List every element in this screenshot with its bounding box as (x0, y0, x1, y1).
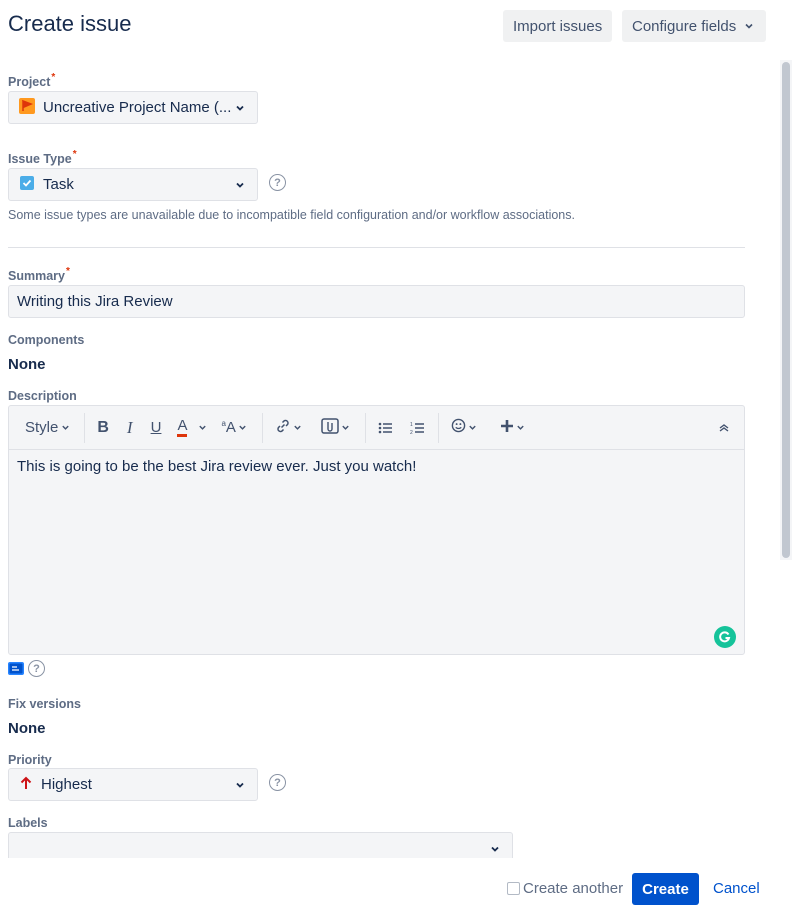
bullet-list-icon[interactable] (372, 406, 400, 450)
import-issues-button[interactable]: Import issues (503, 10, 613, 42)
priority-value: Highest (41, 776, 92, 793)
help-icon[interactable]: ? (28, 660, 45, 677)
components-label: Components (8, 333, 85, 347)
description-label: Description (8, 389, 77, 403)
chevron-down-icon (291, 421, 305, 435)
insert-more-button[interactable] (494, 406, 534, 450)
create-another-checkbox[interactable]: Create another (507, 880, 623, 897)
style-dropdown[interactable]: Style (19, 406, 78, 450)
task-icon (19, 175, 35, 195)
text-effects-button[interactable]: aA (215, 406, 255, 450)
help-icon[interactable]: ? (269, 174, 286, 191)
text-color-button[interactable]: A (171, 406, 215, 450)
import-issues-label: Import issues (513, 17, 603, 35)
help-icon[interactable]: ? (269, 774, 286, 791)
arrow-up-icon (19, 776, 33, 794)
toolbar-separator (364, 412, 366, 443)
toolbar-separator (84, 412, 86, 443)
issue-type-value: Task (43, 176, 74, 193)
page-title: Create issue (8, 11, 132, 36)
svg-text:2: 2 (410, 430, 413, 435)
emoji-icon (451, 418, 466, 437)
superscript-icon: aA (221, 419, 236, 436)
wiki-markup-icon[interactable] (8, 662, 24, 680)
chevron-down-icon (466, 421, 480, 435)
chevron-down-icon (233, 778, 247, 792)
project-value: Uncreative Project Name (... (43, 99, 232, 116)
link-icon (275, 418, 291, 438)
issue-type-select[interactable]: Task (8, 168, 258, 201)
emoji-button[interactable] (445, 406, 486, 450)
cancel-button[interactable]: Cancel (713, 880, 760, 897)
project-icon (19, 97, 35, 118)
required-indicator: * (72, 149, 77, 160)
collapse-toolbar-icon[interactable] (712, 406, 736, 450)
labels-label: Labels (8, 816, 48, 830)
components-value[interactable]: None (8, 356, 46, 373)
fix-versions-value[interactable]: None (8, 720, 46, 737)
issue-type-note: Some issue types are unavailable due to … (8, 208, 575, 222)
svg-text:1: 1 (410, 422, 413, 428)
required-indicator: * (51, 72, 56, 83)
attachment-button[interactable] (315, 406, 359, 450)
issue-type-label-text: Issue Type (8, 152, 72, 166)
create-button[interactable]: Create (632, 873, 699, 905)
chevron-down-icon (236, 421, 250, 435)
summary-input[interactable]: Writing this Jira Review (8, 285, 745, 318)
toolbar-separator (437, 412, 439, 443)
summary-label: Summary* (8, 266, 70, 283)
chevron-down-icon (233, 178, 247, 192)
required-indicator: * (65, 266, 70, 277)
configure-fields-label: Configure fields (632, 17, 737, 35)
style-label: Style (25, 419, 59, 436)
chevron-down-icon (58, 421, 72, 435)
project-select[interactable]: Uncreative Project Name (... (8, 91, 258, 124)
plus-icon (500, 419, 514, 437)
grammarly-icon[interactable] (714, 626, 736, 648)
summary-label-text: Summary (8, 269, 65, 283)
checkbox[interactable] (507, 882, 520, 895)
chevron-down-icon (195, 421, 209, 435)
chevron-down-icon (233, 101, 247, 115)
scrollbar-thumb[interactable] (782, 62, 790, 558)
project-label-text: Project (8, 75, 51, 89)
create-another-label: Create another (523, 880, 624, 897)
issue-type-label: Issue Type* (8, 149, 77, 166)
description-editor[interactable]: Style B I U A aA 12 This is going to be … (8, 405, 745, 655)
divider (8, 247, 745, 248)
attachment-icon (321, 417, 339, 438)
bold-icon[interactable]: B (91, 406, 115, 450)
editor-toolbar: Style B I U A aA 12 (9, 406, 744, 450)
text-color-icon: A (177, 418, 188, 437)
priority-label: Priority (8, 753, 52, 767)
chevron-down-icon (339, 421, 353, 435)
toolbar-separator (261, 412, 263, 443)
chevron-down-icon (514, 421, 528, 435)
fix-versions-label: Fix versions (8, 697, 81, 711)
summary-value: Writing this Jira Review (17, 293, 173, 310)
priority-select[interactable]: Highest (8, 768, 258, 801)
chevron-down-icon (742, 19, 756, 33)
italic-icon[interactable]: I (121, 406, 139, 450)
chevron-down-icon (488, 842, 502, 856)
underline-icon[interactable]: U (145, 406, 168, 450)
link-button[interactable] (269, 406, 311, 450)
configure-fields-button[interactable]: Configure fields (622, 10, 767, 42)
numbered-list-icon[interactable]: 12 (404, 406, 432, 450)
project-label: Project* (8, 72, 56, 89)
description-text[interactable]: This is going to be the best Jira review… (17, 458, 416, 475)
